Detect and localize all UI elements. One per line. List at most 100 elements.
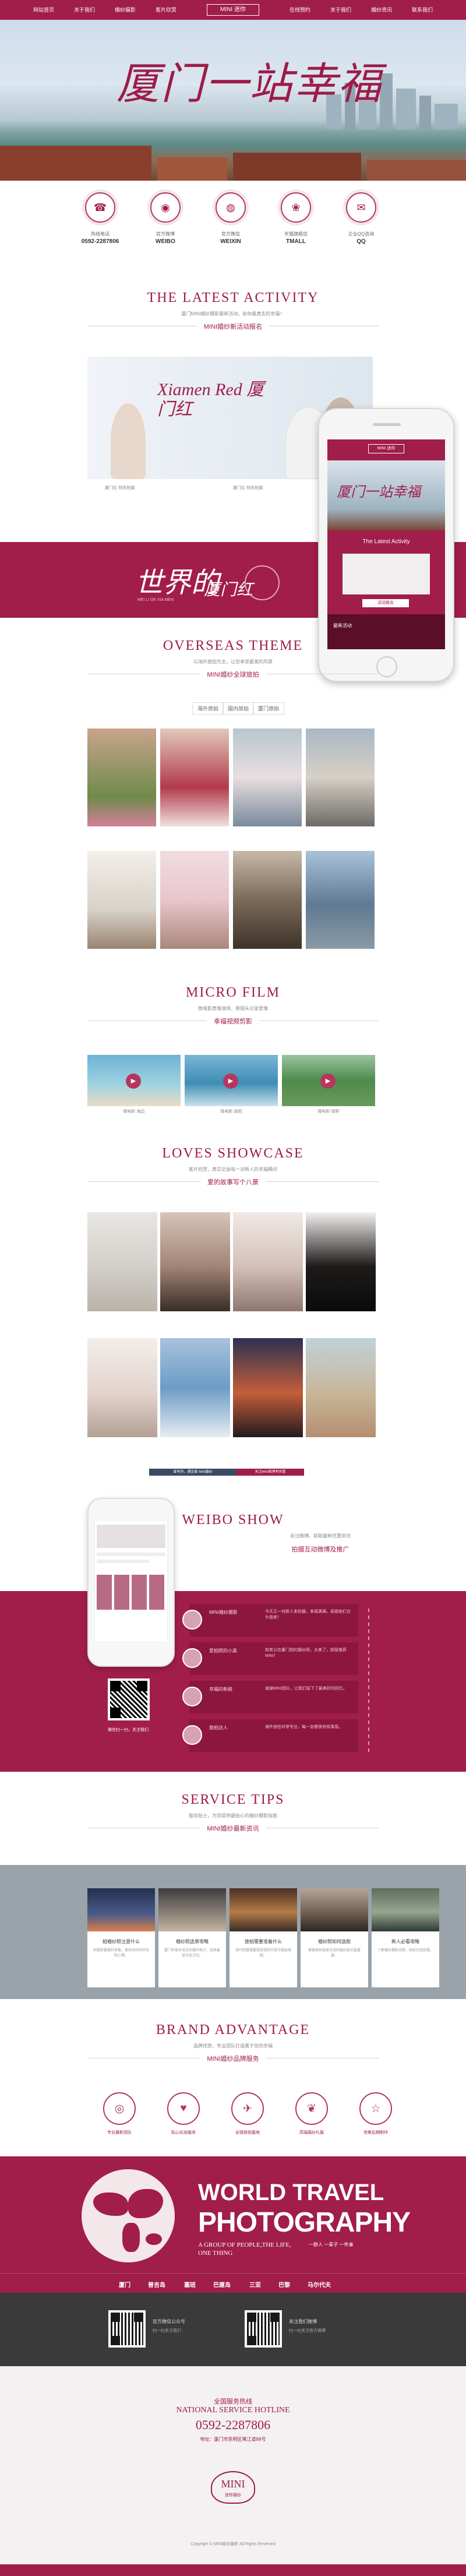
showcase-photo[interactable]	[233, 1212, 303, 1311]
play-icon[interactable]: ▶	[320, 1074, 336, 1089]
contact-value: 0592-2287806	[81, 238, 119, 245]
world-tag1: A GROUP OF PEOPLE,THE LIFE,	[198, 2241, 291, 2248]
band-sub: MEI LI DE XIA MEN	[137, 598, 174, 602]
nav-item[interactable]: 联系我们	[402, 6, 443, 13]
destination-link[interactable]: 厦门	[119, 2280, 130, 2289]
showcase-photo[interactable]	[306, 1338, 376, 1437]
service-tip[interactable]: 新人必看攻略 了解婚纱摄影流程，轻松完成拍摄。	[372, 1888, 439, 1987]
brand-title: BRAND ADVANTAGE	[156, 2022, 310, 2037]
destination-link[interactable]: 普吉岛	[148, 2280, 165, 2289]
phone-section: The Latest Activity	[362, 539, 410, 545]
contact-value: WEIBO	[156, 238, 175, 245]
film-thumb[interactable]: ▶	[185, 1055, 278, 1106]
gallery-photo[interactable]	[306, 851, 375, 949]
post-text: 和老公在厦门拍的婚纱照，太美了，超级推荐MINI！	[265, 1648, 347, 1658]
brand-label: 全球旅拍基地	[235, 2131, 260, 2135]
contact-weixin[interactable]: ◍ 官方微信 WEIXIN	[196, 192, 266, 245]
brand-item: ◎ 专业摄影团队	[93, 2092, 146, 2135]
footer-logo: MINI 迷你婚纱	[211, 2471, 255, 2504]
contact-qq[interactable]: ✉ 企业QQ咨询 QQ	[326, 192, 396, 245]
brand-subtitle: 品牌优势，专业团队打造属于您的幸福	[193, 2043, 273, 2049]
service-tip[interactable]: 拍婚纱照注意什么 拍摄前要做好准备，保持良好的状态和心情。	[87, 1888, 155, 1987]
weibo-post[interactable]: 爱拍照的小美 和老公在厦门拍的婚纱照，太美了，超级推荐MINI！	[182, 1642, 358, 1675]
heart-icon: ♥	[167, 2092, 200, 2125]
qr-code	[108, 1678, 150, 1720]
gallery-photo[interactable]	[160, 729, 229, 826]
gallery-photo[interactable]	[306, 729, 375, 826]
loves-line: 爱的故事写个八景	[0, 1177, 466, 1187]
destination-link[interactable]: 巴厘岛	[213, 2280, 231, 2289]
showcase-photo[interactable]	[233, 1338, 303, 1437]
loves-title: LOVES SHOWCASE	[162, 1146, 304, 1161]
contact-tmall[interactable]: ❀ 天猫旗舰店 TMALL	[261, 192, 331, 245]
activity-line: MINI婚纱新活动报名	[0, 322, 466, 331]
hotline-number: 0592-2287806	[195, 2417, 271, 2432]
service-tip[interactable]: 旅拍需要准备什么 旅行拍摄需要提前规划行程与服装搭配。	[230, 1888, 297, 1987]
banner-caption: 厦门红·特色拍摄	[233, 486, 263, 490]
tip-text: 厦门有很多适合拍摄的地方，选择最适合自己的。	[164, 1949, 220, 1958]
tip-title: 旅拍需要准备什么	[245, 1939, 282, 1944]
brand-item: ☆ 完美后期制作	[350, 2092, 402, 2135]
nav-item[interactable]: 客片欣赏	[146, 6, 186, 13]
service-tip[interactable]: 婚纱照选景攻略 厦门有很多适合拍摄的地方，选择最适合自己的。	[158, 1888, 226, 1987]
tab-domestic[interactable]: 国内旅拍	[223, 702, 255, 715]
nav-item[interactable]: 关于我们	[320, 6, 361, 13]
brand-label: 贴心化妆服务	[171, 2131, 196, 2135]
nav-item[interactable]: 关于我们	[64, 6, 105, 13]
contact-label: 官方微信	[221, 231, 240, 237]
play-icon[interactable]: ▶	[223, 1074, 238, 1089]
nav-item[interactable]: 在线预约	[280, 6, 320, 13]
weibo-post[interactable]: MINI婚纱摄影 今天又一对新人来拍摄，幸福满满，祝福他们白头偕老！	[182, 1604, 358, 1637]
showcase-photo[interactable]	[87, 1338, 157, 1437]
world-title1: WORLD TRAVEL	[198, 2180, 384, 2205]
post-user: 幸福的新娘	[209, 1687, 232, 1692]
post-text: 谢谢MINI团队，让我们留下了最美好的回忆。	[265, 1687, 347, 1691]
plane-icon: ✈	[231, 2092, 264, 2125]
post-user: 爱拍照的小美	[209, 1648, 237, 1653]
qr-text: 扫一扫关注我们	[153, 2329, 181, 2333]
tip-text: 旅行拍摄需要提前规划行程与服装搭配。	[235, 1949, 291, 1958]
nav-item[interactable]: 网站首页	[23, 6, 64, 13]
contact-label: 热线电话	[91, 231, 110, 237]
service-tip[interactable]: 婚纱照如何选款 根据身材选择合适的婚纱款式最重要。	[301, 1888, 368, 1987]
overseas-subtitle: 以海外旅拍为主，让您享受最美的风景	[193, 659, 273, 664]
phone-screen: MINI 迷你 厦门一站幸福 The Latest Activity 活动报名 …	[327, 439, 445, 649]
footer-address: 地址：厦门市思明区鹭江道88号	[200, 2437, 266, 2442]
showcase-photo[interactable]	[306, 1212, 376, 1311]
weibo-post[interactable]: 幸福的新娘 谢谢MINI团队，让我们留下了最美好的回忆。	[182, 1681, 358, 1713]
phone-button: 活动报名	[362, 599, 409, 607]
nav-item[interactable]: 婚纱资讯	[361, 6, 402, 13]
destination-link[interactable]: 塞班	[184, 2280, 196, 2289]
brand-item: ✈ 全球旅拍基地	[221, 2092, 274, 2135]
contact-weibo[interactable]: ◉ 官方微博 WEIBO	[130, 192, 200, 245]
gallery-photo[interactable]	[87, 851, 156, 949]
site-logo[interactable]: MINI 迷你	[207, 4, 259, 16]
weibo-post[interactable]: 旅拍达人 海外旅拍非常专业，每一张都很有故事感。	[182, 1719, 358, 1752]
gallery-photo[interactable]	[160, 851, 229, 949]
tab-overseas[interactable]: 海外旅拍	[192, 702, 224, 715]
destination-link[interactable]: 巴黎	[278, 2280, 290, 2289]
showcase-photo[interactable]	[160, 1338, 230, 1437]
overseas-line: MINI婚纱全球旅拍	[0, 670, 466, 679]
contact-phone[interactable]: ☎ 热线电话 0592-2287806	[65, 192, 135, 245]
phone-icon: ☎	[85, 192, 115, 223]
service-subtitle: 服务贴士，为您提供最贴心的婚纱摄影指南	[189, 1813, 277, 1818]
film-thumb[interactable]: ▶	[87, 1055, 181, 1106]
banner-caption: 厦门红·特色拍摄	[105, 486, 135, 490]
play-icon[interactable]: ▶	[126, 1074, 141, 1089]
destination-link[interactable]: 三亚	[249, 2280, 261, 2289]
film-thumb[interactable]: ▶	[282, 1055, 375, 1106]
destination-link[interactable]: 马尔代夫	[308, 2280, 331, 2289]
gallery-photo[interactable]	[87, 729, 156, 826]
nav-item[interactable]: 婚纱摄影	[105, 6, 146, 13]
gallery-photo[interactable]	[233, 851, 302, 949]
service-line: MINI婚纱最新资讯	[0, 1824, 466, 1833]
gallery-photo[interactable]	[233, 729, 302, 826]
showcase-photo[interactable]	[160, 1212, 230, 1311]
tab-xiamen[interactable]: 厦门旅拍	[253, 702, 285, 715]
avatar	[182, 1610, 202, 1630]
weibo-caption: 关注Mini微博有惊喜	[236, 1469, 304, 1476]
showcase-photo[interactable]	[87, 1212, 157, 1311]
world-title2: PHOTOGRAPHY	[198, 2207, 411, 2238]
loves-subtitle: 客片欣赏，真实记录每一对新人的幸福瞬间	[189, 1167, 277, 1172]
